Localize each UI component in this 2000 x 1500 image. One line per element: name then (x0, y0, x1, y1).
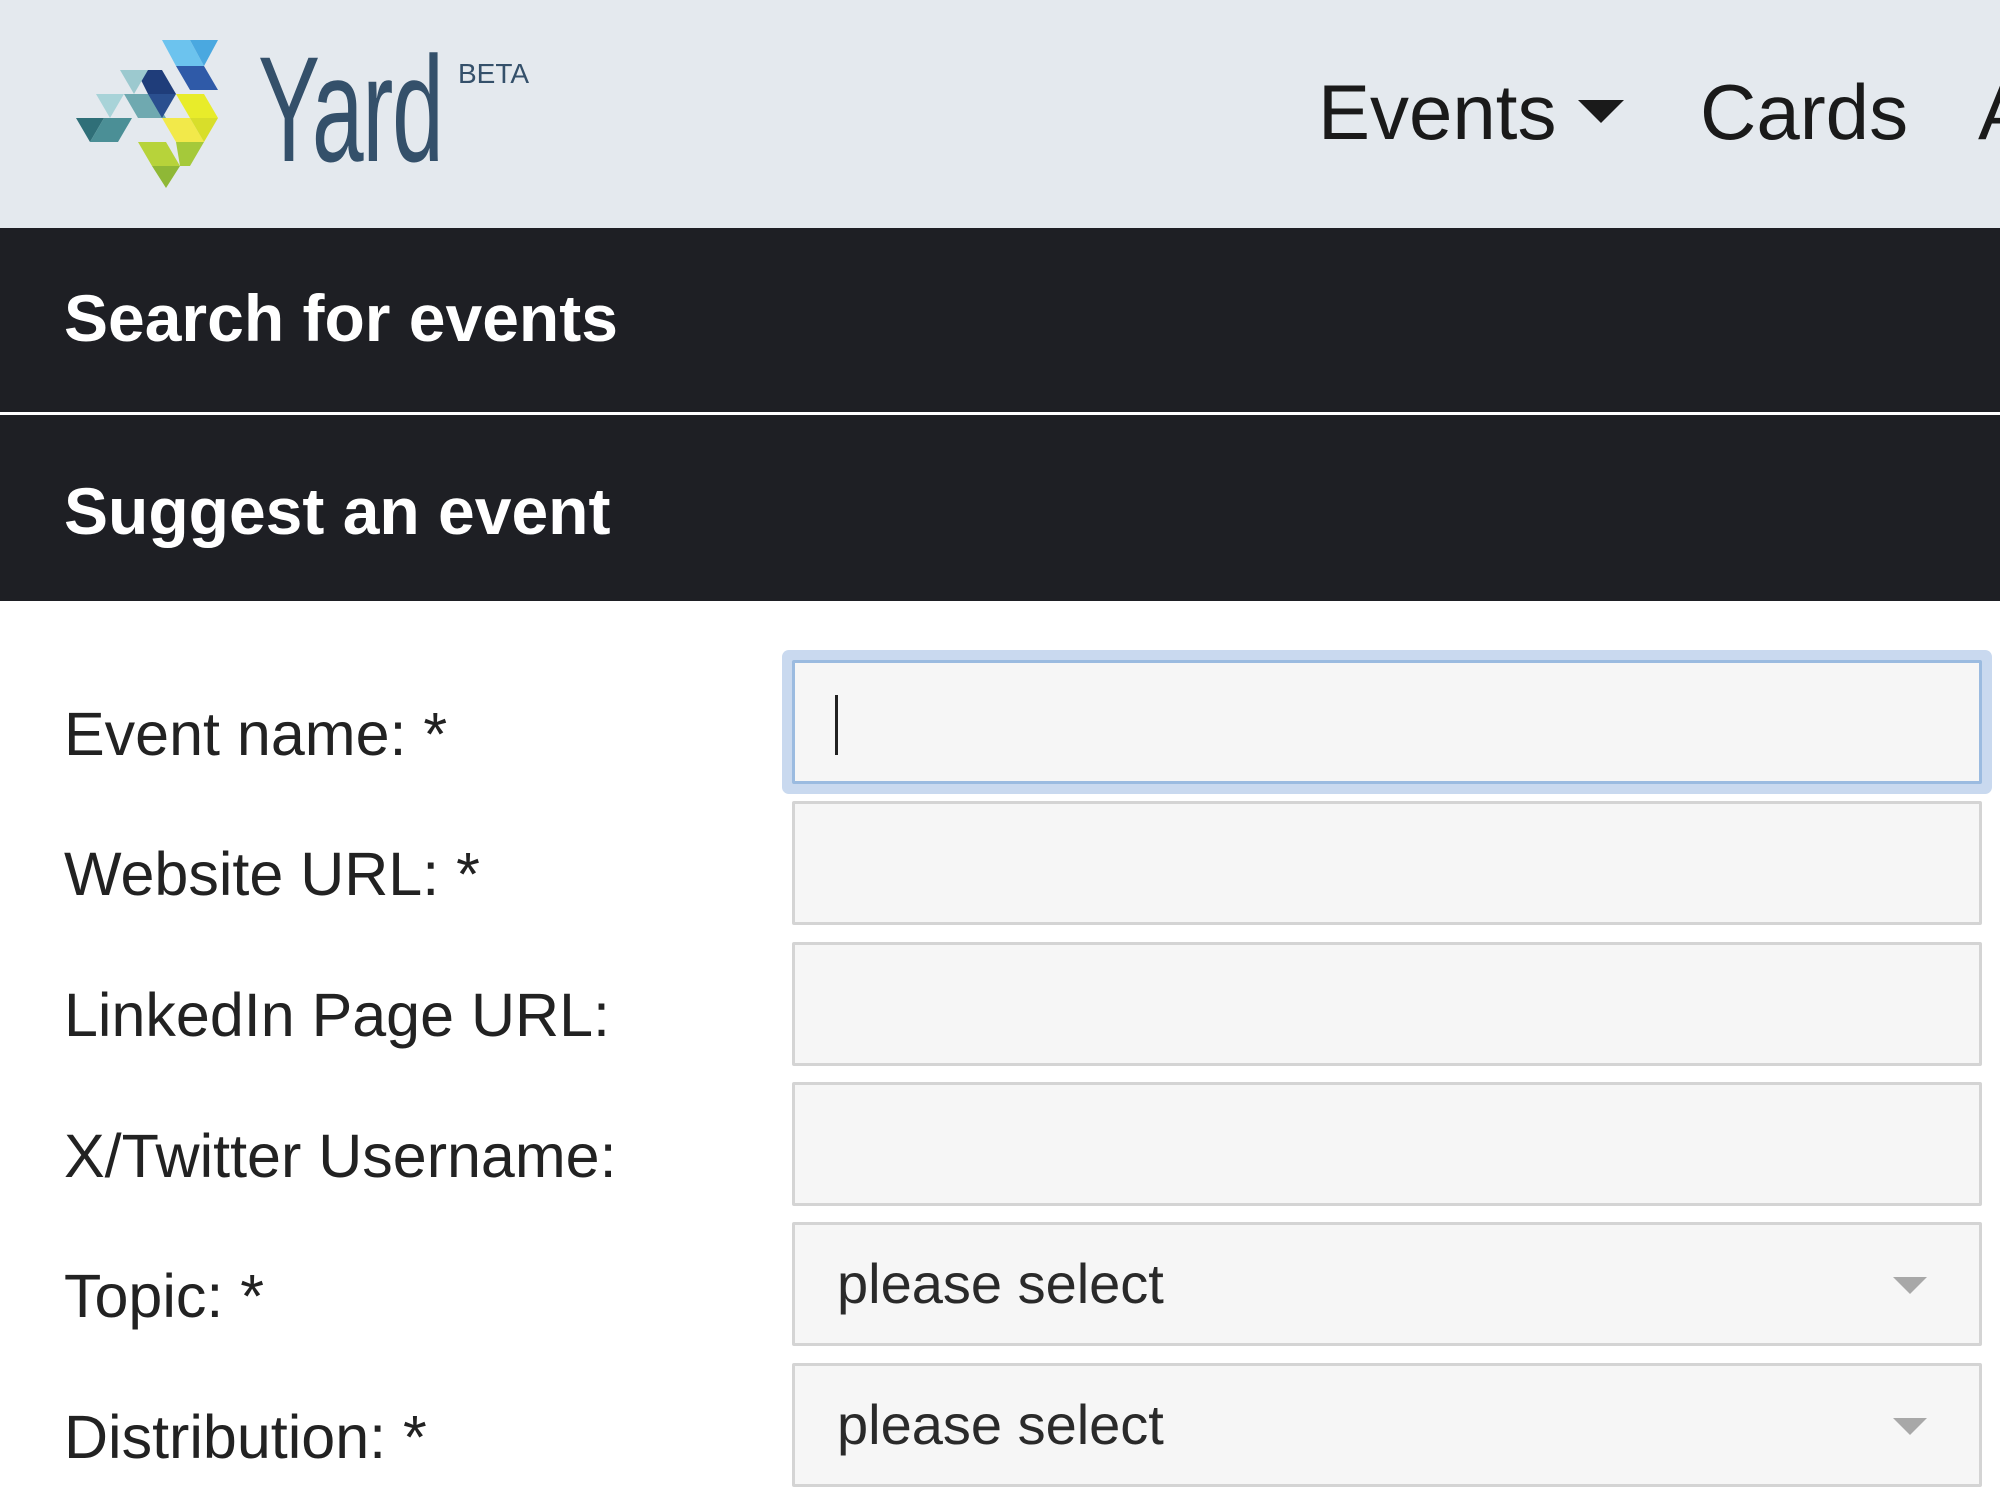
page: Yard BETA Events Cards A Search for even… (0, 0, 2000, 1500)
text-cursor (835, 695, 838, 755)
nav-events[interactable]: Events (1318, 62, 1556, 162)
logo-text[interactable]: Yard (258, 34, 444, 184)
site-header: Yard BETA Events Cards A (0, 0, 2000, 228)
twitter-username-label: X/Twitter Username: (64, 1122, 617, 1190)
chevron-down-icon[interactable] (1578, 100, 1624, 123)
chevron-down-icon (1893, 1418, 1927, 1435)
linkedin-url-input[interactable] (792, 942, 1982, 1066)
website-url-input[interactable] (792, 801, 1982, 925)
topic-label: Topic: * (64, 1262, 265, 1330)
event-name-label: Event name: * (64, 700, 448, 768)
suggest-event-section-header[interactable]: Suggest an event (0, 415, 2000, 601)
beta-badge: BETA (458, 58, 530, 89)
website-url-label: Website URL: * (64, 840, 480, 908)
linkedin-url-label: LinkedIn Page URL: (64, 981, 610, 1049)
distribution-selected-value: please select (837, 1393, 1164, 1456)
nav-truncated-item[interactable]: A (1978, 62, 2000, 162)
topic-select[interactable]: please select (792, 1222, 1982, 1346)
nav-events-label: Events (1318, 68, 1557, 156)
nav-cards[interactable]: Cards (1700, 62, 1908, 162)
event-name-input[interactable] (792, 660, 1982, 784)
distribution-select[interactable]: please select (792, 1363, 1982, 1487)
twitter-username-input[interactable] (792, 1082, 1982, 1206)
topic-selected-value: please select (837, 1252, 1164, 1315)
yard-logo-icon[interactable] (76, 40, 226, 188)
chevron-down-icon (1893, 1277, 1927, 1294)
search-events-section-header[interactable]: Search for events (0, 228, 2000, 412)
distribution-label: Distribution: * (64, 1403, 427, 1471)
